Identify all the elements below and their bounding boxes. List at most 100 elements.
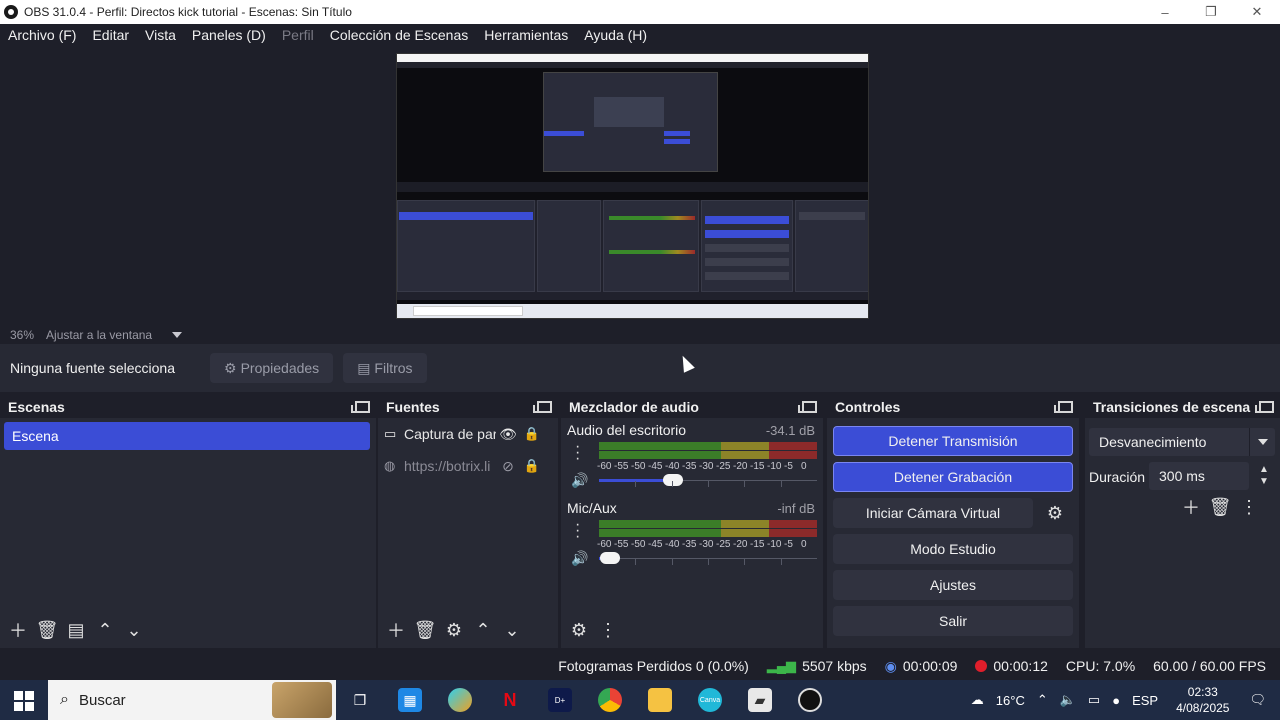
virtual-camera-settings-icon[interactable]: ⚙ (1037, 498, 1073, 528)
preview-nested-contextbar (397, 182, 868, 192)
menu-paneles[interactable]: Paneles (D) (184, 27, 274, 43)
netflix-icon[interactable]: N (498, 688, 522, 712)
filters-button[interactable]: ▤ Filtros (343, 353, 427, 383)
lock-icon[interactable]: 🔒 (520, 458, 544, 474)
source-item[interactable]: ▭ Captura de par 👁 🔒 (384, 422, 552, 446)
close-button[interactable]: ✕ (1234, 0, 1280, 24)
microphone-icon[interactable]: ● (1112, 693, 1120, 708)
volume-slider[interactable] (599, 474, 817, 487)
menu-ayuda[interactable]: Ayuda (H) (576, 27, 655, 43)
channel-db-readout: -34.1 dB (765, 423, 815, 438)
stream-time: ◉ 00:00:09 (884, 657, 958, 675)
channel-menu-icon[interactable]: · · · (575, 517, 580, 545)
move-scene-up-button[interactable]: ⌃ (91, 617, 119, 643)
properties-button[interactable]: ⚙ Propiedades (210, 353, 334, 383)
move-scene-down-button[interactable]: ⌄ (120, 617, 148, 643)
window-title: OBS 31.0.4 - Perfil: Directos kick tutor… (24, 5, 352, 19)
minimize-button[interactable]: – (1142, 0, 1188, 24)
gear-icon: ⚙ (224, 359, 237, 376)
menu-vista[interactable]: Vista (137, 27, 184, 43)
battery-icon[interactable]: ▭ (1088, 692, 1100, 708)
remove-transition-button[interactable]: 🗑 (1206, 494, 1234, 520)
eye-hidden-icon[interactable]: ⊘ (496, 458, 520, 475)
undock-icon[interactable] (351, 401, 370, 413)
undock-icon[interactable] (1054, 401, 1073, 413)
exit-button[interactable]: Salir (833, 606, 1073, 636)
add-transition-button[interactable]: ＋ (1177, 494, 1205, 520)
scene-filters-button[interactable]: ▤ (62, 617, 90, 643)
weather-temp[interactable]: 16°C (996, 693, 1025, 708)
volume-meter (599, 442, 817, 460)
duration-input[interactable]: 300 ms (1149, 462, 1249, 490)
menu-archivo[interactable]: Archivo (F) (0, 27, 84, 43)
zoom-dropdown-icon[interactable] (172, 332, 183, 338)
preview-nested-menubar (397, 62, 868, 68)
eye-icon[interactable]: 👁 (496, 426, 520, 443)
preview-area[interactable] (0, 46, 1280, 326)
weather-cloud-icon[interactable]: ☁ (971, 692, 984, 708)
scene-item[interactable]: Escena (4, 422, 370, 450)
mixer-menu-icon[interactable]: ⋮ (594, 617, 622, 643)
bitrate-status: ▂▄▆ 5507 kbps (766, 658, 867, 674)
start-virtual-camera-button[interactable]: Iniciar Cámara Virtual (833, 498, 1033, 528)
undock-icon[interactable] (798, 401, 817, 413)
duration-label: Duración (1089, 469, 1146, 485)
chevron-down-icon[interactable] (1249, 428, 1275, 456)
advanced-audio-button[interactable]: ⚙ (565, 617, 593, 643)
app-icon[interactable]: ▰ (748, 688, 772, 712)
source-properties-button[interactable]: ⚙ (440, 617, 468, 643)
copilot-icon[interactable] (448, 688, 472, 712)
menu-editar[interactable]: Editar (84, 27, 137, 43)
task-view-icon[interactable]: ❐ (348, 688, 372, 712)
move-source-up-button[interactable]: ⌃ (469, 617, 497, 643)
notifications-icon[interactable]: 🗨 (1249, 692, 1266, 708)
taskbar-search[interactable]: ⌕ Buscar (48, 680, 336, 720)
fit-to-window-label[interactable]: Ajustar a la ventana (46, 328, 152, 342)
volume-slider[interactable] (599, 552, 817, 565)
cpu-usage: CPU: 7.0% (1065, 658, 1136, 674)
disney-plus-icon[interactable]: D+ (548, 688, 572, 712)
globe-icon: ◍ (384, 458, 396, 473)
undock-icon[interactable] (533, 401, 552, 413)
stop-recording-button[interactable]: Detener Grabación (833, 462, 1073, 492)
stop-streaming-button[interactable]: Detener Transmisión (833, 426, 1073, 456)
transition-select[interactable]: Desvanecimiento (1089, 428, 1275, 456)
obs-logo-icon (4, 5, 18, 19)
volume-meter (599, 520, 817, 538)
windows-start-icon[interactable] (14, 691, 34, 711)
chrome-icon[interactable] (598, 688, 622, 712)
program-preview[interactable] (396, 53, 869, 319)
volume-icon[interactable]: 🔈 (1060, 692, 1076, 708)
mixer-channel-mic: Mic/Aux -inf dB · · · -60 -55 -50 -45 -40 -35 -3… (561, 498, 823, 570)
transition-menu-icon[interactable]: ⋮ (1235, 494, 1263, 520)
menu-coleccion-escenas[interactable]: Colección de Escenas (322, 27, 477, 43)
settings-button[interactable]: Ajustes (833, 570, 1073, 600)
remove-source-button[interactable]: 🗑 (411, 617, 439, 643)
windows-taskbar: ⌕ Buscar ❐ ▦ N D+ Canva ▰ ☁ 16°C ⌃ 🔈 ▭ ●… (0, 680, 1280, 720)
studio-mode-button[interactable]: Modo Estudio (833, 534, 1073, 564)
duration-stepper[interactable]: ▲ ▼ (1253, 462, 1275, 490)
clock[interactable]: 02:33 4/08/2025 (1176, 684, 1229, 716)
speaker-icon[interactable]: 🔊 (571, 550, 588, 567)
store-icon[interactable]: ▦ (398, 688, 422, 712)
canva-icon[interactable]: Canva (698, 688, 722, 712)
move-source-down-button[interactable]: ⌄ (498, 617, 526, 643)
menu-herramientas[interactable]: Herramientas (476, 27, 576, 43)
menu-perfil[interactable]: Perfil (274, 27, 322, 43)
channel-menu-icon[interactable]: · · · (575, 439, 580, 467)
channel-db-readout: -inf dB (777, 501, 815, 516)
add-source-button[interactable]: ＋ (382, 617, 410, 643)
language-indicator[interactable]: ESP (1132, 693, 1158, 708)
chevron-up-icon[interactable]: ⌃ (1037, 692, 1048, 708)
source-item[interactable]: ◍ https://botrix.li ⊘ 🔒 (384, 454, 552, 478)
mixer-channel-desktop: Audio del escritorio -34.1 dB · · · -60 -55… (561, 420, 823, 492)
obs-taskbar-icon[interactable] (798, 688, 822, 712)
speaker-icon[interactable]: 🔊 (571, 472, 588, 489)
maximize-button[interactable]: ❐ (1188, 0, 1234, 24)
undock-icon[interactable] (1255, 401, 1274, 413)
file-explorer-icon[interactable] (648, 688, 672, 712)
add-scene-button[interactable]: ＋ (4, 617, 32, 643)
lock-icon[interactable]: 🔒 (520, 426, 544, 442)
remove-scene-button[interactable]: 🗑 (33, 617, 61, 643)
controls-dock: Controles Detener Transmisión Detener Gr… (827, 396, 1079, 648)
